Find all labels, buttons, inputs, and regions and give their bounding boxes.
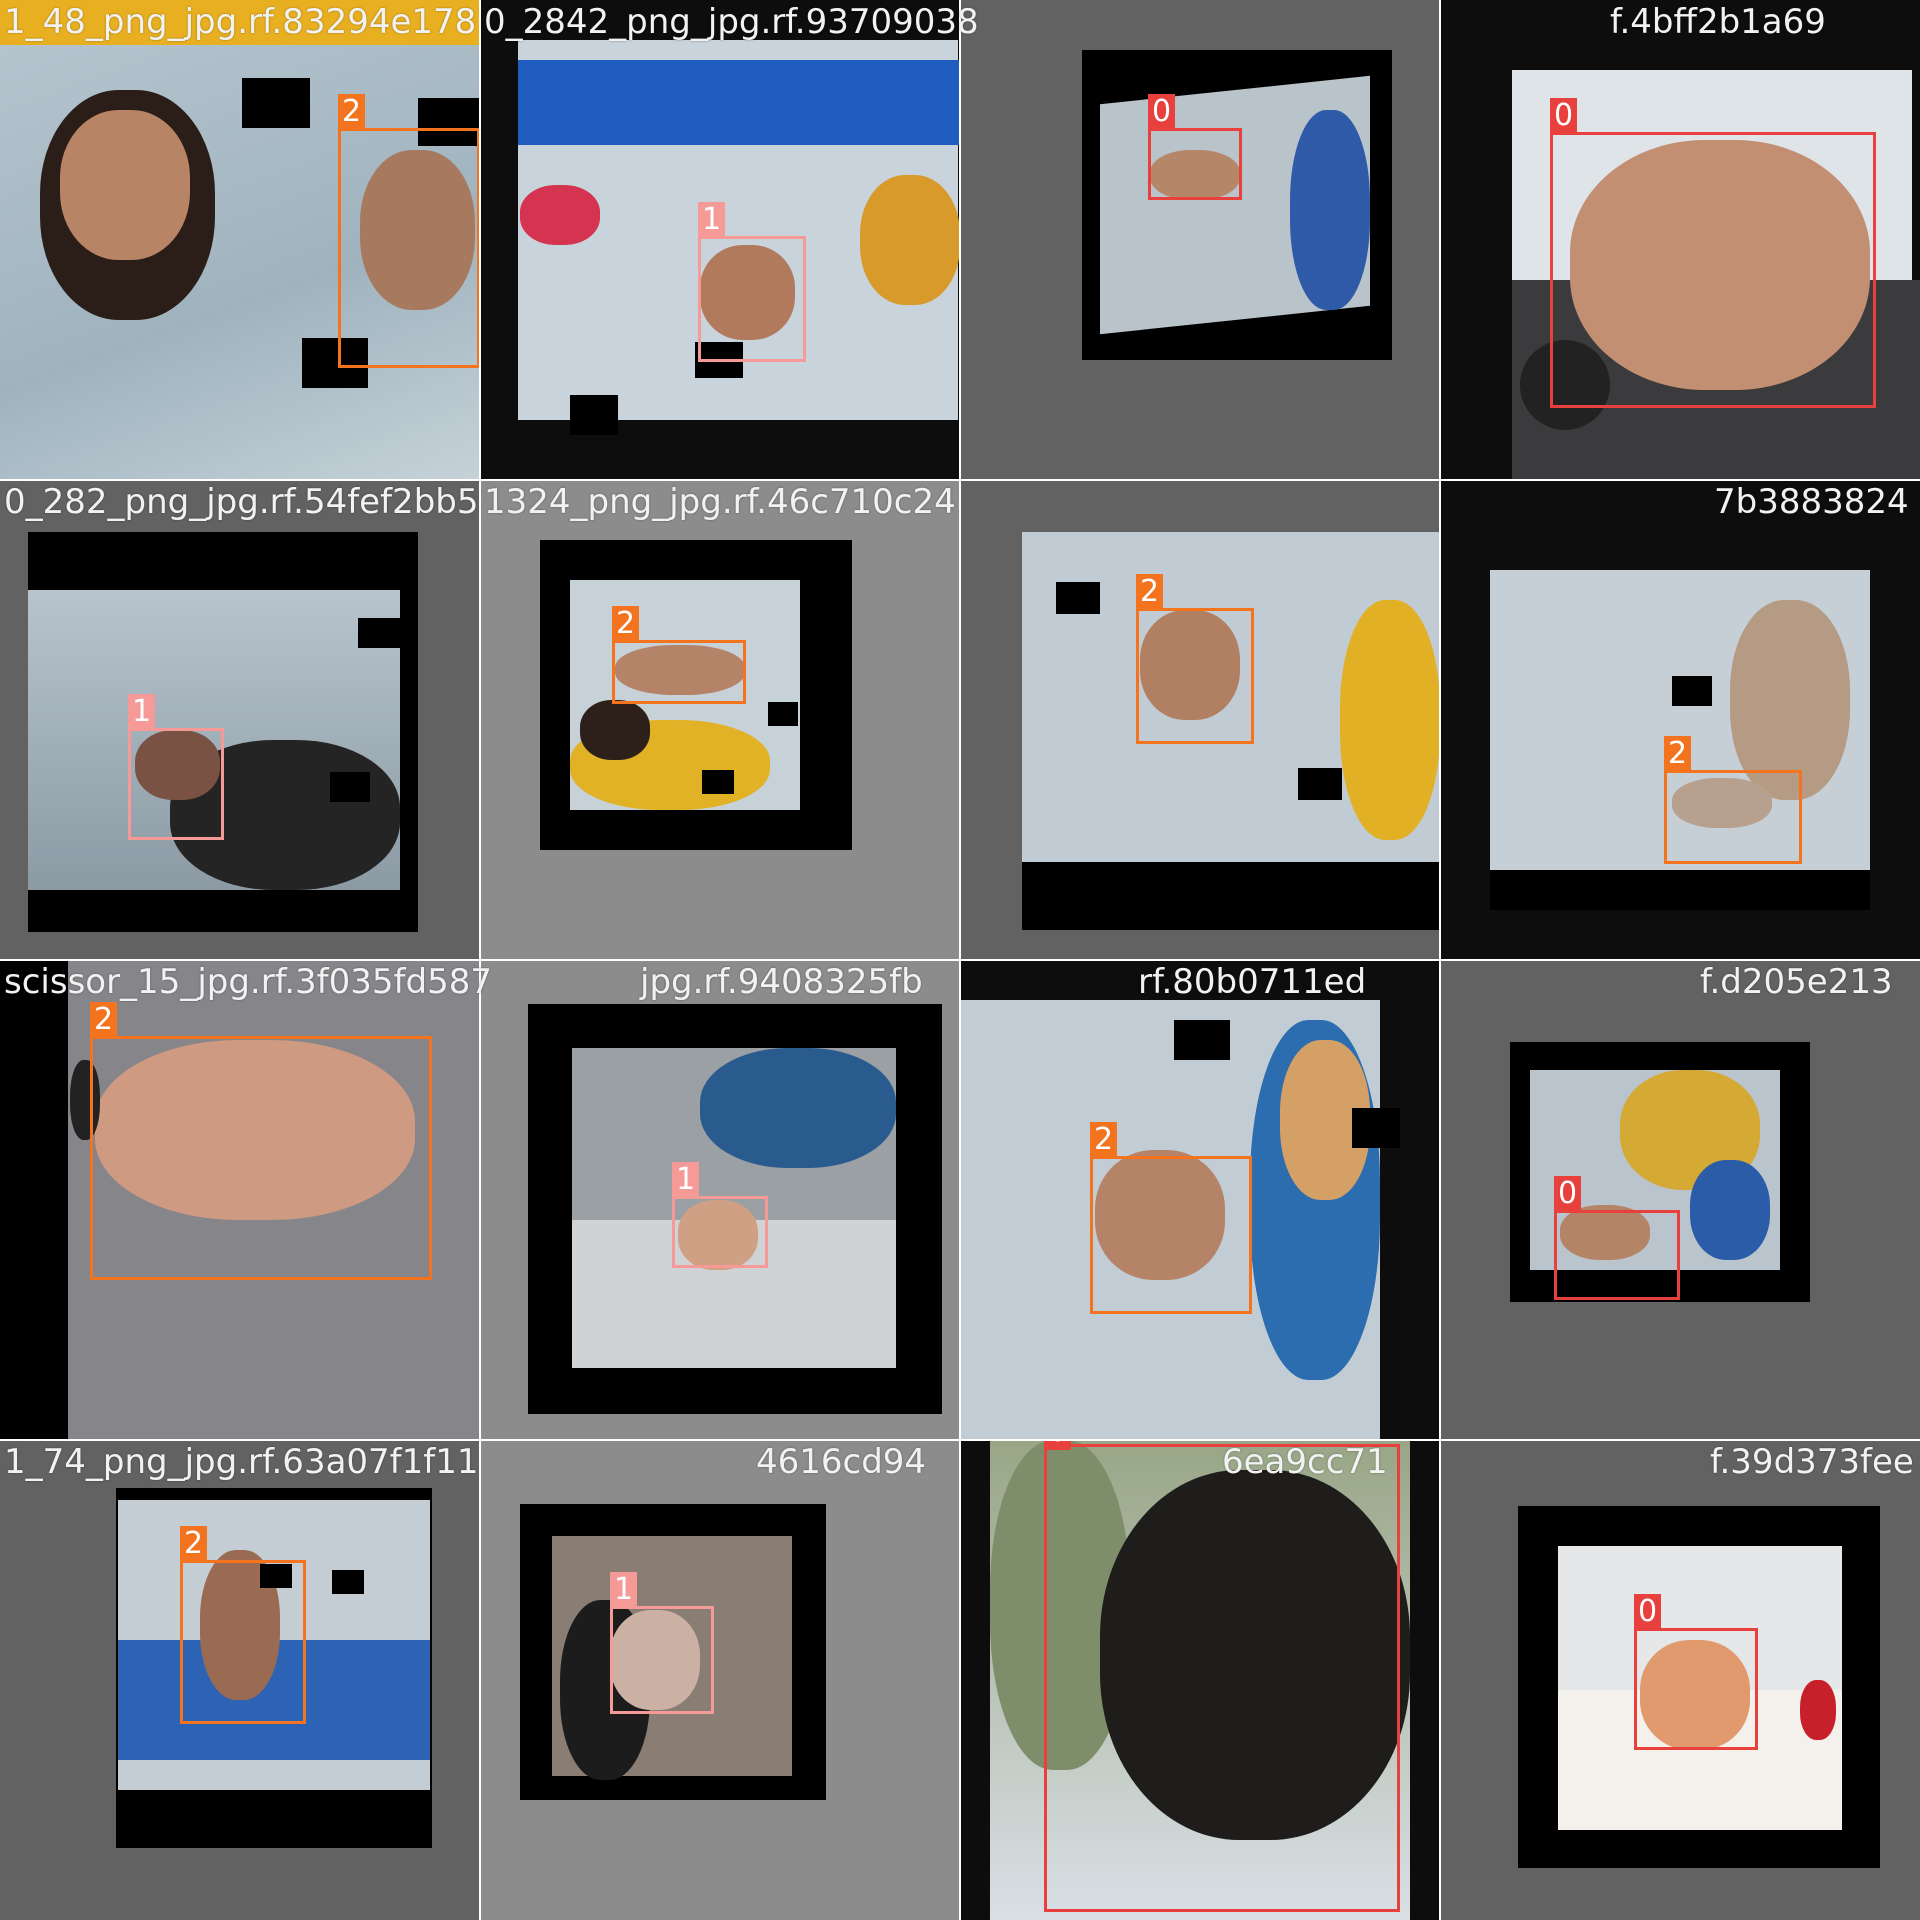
bbox-class-1 bbox=[610, 1606, 714, 1714]
grid-divider bbox=[0, 959, 1920, 961]
bbox-label: 2 bbox=[338, 94, 366, 130]
bbox-class-2 bbox=[90, 1036, 432, 1280]
bbox-class-0 bbox=[1554, 1210, 1680, 1300]
bbox-class-2 bbox=[338, 128, 480, 368]
face bbox=[60, 110, 190, 260]
cutout bbox=[1174, 1020, 1230, 1060]
cutout bbox=[1352, 1108, 1400, 1148]
bbox-label: 0 bbox=[1550, 98, 1578, 134]
bbox-class-0 bbox=[1634, 1628, 1758, 1750]
bbox-label: 2 bbox=[1090, 1122, 1118, 1158]
cutout bbox=[1672, 676, 1712, 706]
bbox-class-0 bbox=[1550, 132, 1876, 408]
frame bbox=[0, 960, 68, 1440]
tile-11: 2 bbox=[960, 960, 1440, 1440]
bbox-label: 1 bbox=[128, 694, 156, 730]
can bbox=[1800, 1680, 1836, 1740]
cutout bbox=[358, 618, 400, 648]
bbox-label: 0 bbox=[1044, 1440, 1072, 1450]
tile-6: 2 bbox=[480, 480, 960, 960]
cutout bbox=[242, 78, 310, 128]
tile-15: 0 bbox=[960, 1440, 1440, 1920]
tile-12: 0 bbox=[1440, 960, 1920, 1440]
bbox-class-2 bbox=[180, 1560, 306, 1724]
bbox-label: 2 bbox=[1664, 736, 1692, 772]
bbox-label: 0 bbox=[1148, 94, 1176, 130]
bbox-label: 1 bbox=[698, 202, 726, 238]
bbox-class-2 bbox=[612, 640, 746, 704]
blanket bbox=[1290, 110, 1370, 310]
yellow-shirt bbox=[0, 0, 480, 45]
hair bbox=[580, 700, 650, 760]
sleeve bbox=[860, 175, 960, 305]
bbox-class-1 bbox=[672, 1196, 768, 1268]
cutout bbox=[702, 770, 734, 794]
tile-5: 1 bbox=[0, 480, 480, 960]
cutout bbox=[1298, 768, 1342, 800]
bbox-label: 0 bbox=[1554, 1176, 1582, 1212]
mosaic-grid: 2 1 0 0 1 2 2 2 2 1 2 0 2 1 0 1_48_png_j… bbox=[0, 0, 1920, 1920]
tile-3: 0 bbox=[960, 0, 1440, 480]
bbox-class-1 bbox=[698, 236, 806, 362]
cutout bbox=[570, 395, 618, 435]
sleeve bbox=[700, 1048, 896, 1168]
tile-13: 2 bbox=[0, 1440, 480, 1920]
bbox-class-1 bbox=[128, 728, 224, 840]
grid-divider bbox=[0, 1439, 1920, 1441]
tile-9: 2 bbox=[0, 960, 480, 1440]
bbox-label: 2 bbox=[180, 1526, 208, 1562]
cutout bbox=[330, 772, 370, 802]
tile-10: 1 bbox=[480, 960, 960, 1440]
tile-2: 1 bbox=[480, 0, 960, 480]
bbox-label: 1 bbox=[672, 1162, 700, 1198]
tile-1: 2 bbox=[0, 0, 480, 480]
tile-16: 0 bbox=[1440, 1440, 1920, 1920]
cutout bbox=[768, 702, 798, 726]
tile-7: 2 bbox=[960, 480, 1440, 960]
frame bbox=[1490, 870, 1870, 910]
bbox-label: 2 bbox=[90, 1002, 118, 1038]
blanket bbox=[518, 60, 960, 145]
tile-14: 1 bbox=[480, 1440, 960, 1920]
blanket bbox=[1690, 1160, 1770, 1260]
bbox-class-0 bbox=[1044, 1444, 1400, 1912]
bbox-label: 2 bbox=[612, 606, 640, 642]
tile-8: 2 bbox=[1440, 480, 1920, 960]
cutout bbox=[332, 1570, 364, 1594]
bbox-class-2 bbox=[1664, 770, 1802, 864]
tile-4: 0 bbox=[1440, 0, 1920, 480]
cutout bbox=[1056, 582, 1100, 614]
bbox-class-2 bbox=[1136, 608, 1254, 744]
bbox-class-0 bbox=[1148, 128, 1242, 200]
bbox-class-2 bbox=[1090, 1156, 1252, 1314]
grid-divider bbox=[0, 479, 1920, 481]
bbox-label: 1 bbox=[610, 1572, 638, 1608]
sleeve bbox=[1340, 600, 1440, 840]
bbox-label: 0 bbox=[1634, 1594, 1662, 1630]
toy bbox=[520, 185, 600, 245]
bbox-label: 2 bbox=[1136, 574, 1164, 610]
